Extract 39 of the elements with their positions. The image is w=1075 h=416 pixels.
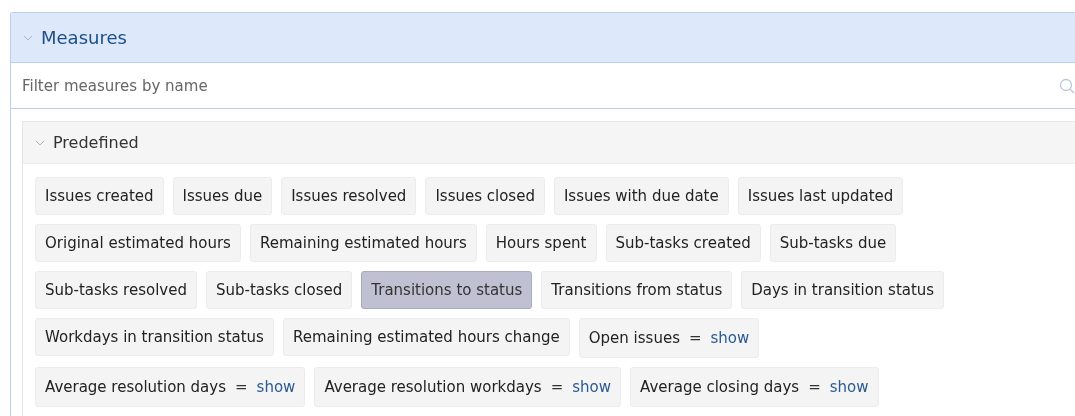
show-link[interactable]: show [256, 378, 296, 396]
measure-chip[interactable]: Average resolution workdays = show [314, 367, 622, 407]
chevron-icon[interactable] [35, 138, 45, 147]
measure-chip[interactable]: Issues closed [425, 177, 545, 215]
measure-chip[interactable]: Transitions to status [361, 271, 533, 309]
section-title: Predefined [53, 133, 139, 152]
measure-chip[interactable]: Hours spent [485, 224, 597, 262]
measure-chip[interactable]: Days in transition status [741, 271, 945, 309]
measure-chip[interactable]: Original estimated hours [35, 224, 241, 262]
measure-chip[interactable]: Open issues = show [578, 318, 760, 358]
measure-chip[interactable]: Remaining estimated hours [249, 224, 477, 262]
show-link[interactable]: show [829, 378, 869, 396]
measure-chip[interactable]: Remaining estimated hours change [282, 318, 570, 356]
measure-chip[interactable]: Issues resolved [281, 177, 417, 215]
measure-chip[interactable]: Average resolution days = show [35, 367, 306, 407]
show-link[interactable]: show [710, 329, 750, 347]
chevron-icon[interactable] [23, 33, 33, 42]
measure-chip[interactable]: Issues created [35, 177, 164, 215]
equals-sign: = [808, 378, 821, 396]
show-link[interactable]: show [572, 378, 612, 396]
search-icon[interactable] [1059, 77, 1075, 94]
equals-sign: = [235, 378, 248, 396]
measure-label: Average resolution days [45, 378, 226, 396]
measure-label: Average resolution workdays [324, 378, 542, 396]
measure-label: Open issues [588, 329, 680, 347]
measure-chip[interactable]: Sub-tasks resolved [35, 271, 197, 309]
measure-chip[interactable]: Issues due [172, 177, 273, 215]
measure-chip[interactable]: Transitions from status [541, 271, 733, 309]
measure-chip[interactable]: Workdays in transition status [35, 318, 274, 356]
measure-label: Average closing days [640, 378, 800, 396]
panel-title: Measures [41, 27, 127, 48]
measure-chip[interactable]: Sub-tasks created [605, 224, 761, 262]
measure-chip[interactable]: Sub-tasks closed [206, 271, 353, 309]
measure-chip[interactable]: Issues last updated [737, 177, 904, 215]
measure-chip[interactable]: Issues with due date [553, 177, 729, 215]
equals-sign: = [688, 329, 702, 347]
equals-sign: = [550, 378, 564, 396]
measure-chip[interactable]: Sub-tasks due [769, 224, 897, 262]
measure-chip[interactable]: Average closing days = show [630, 367, 879, 407]
